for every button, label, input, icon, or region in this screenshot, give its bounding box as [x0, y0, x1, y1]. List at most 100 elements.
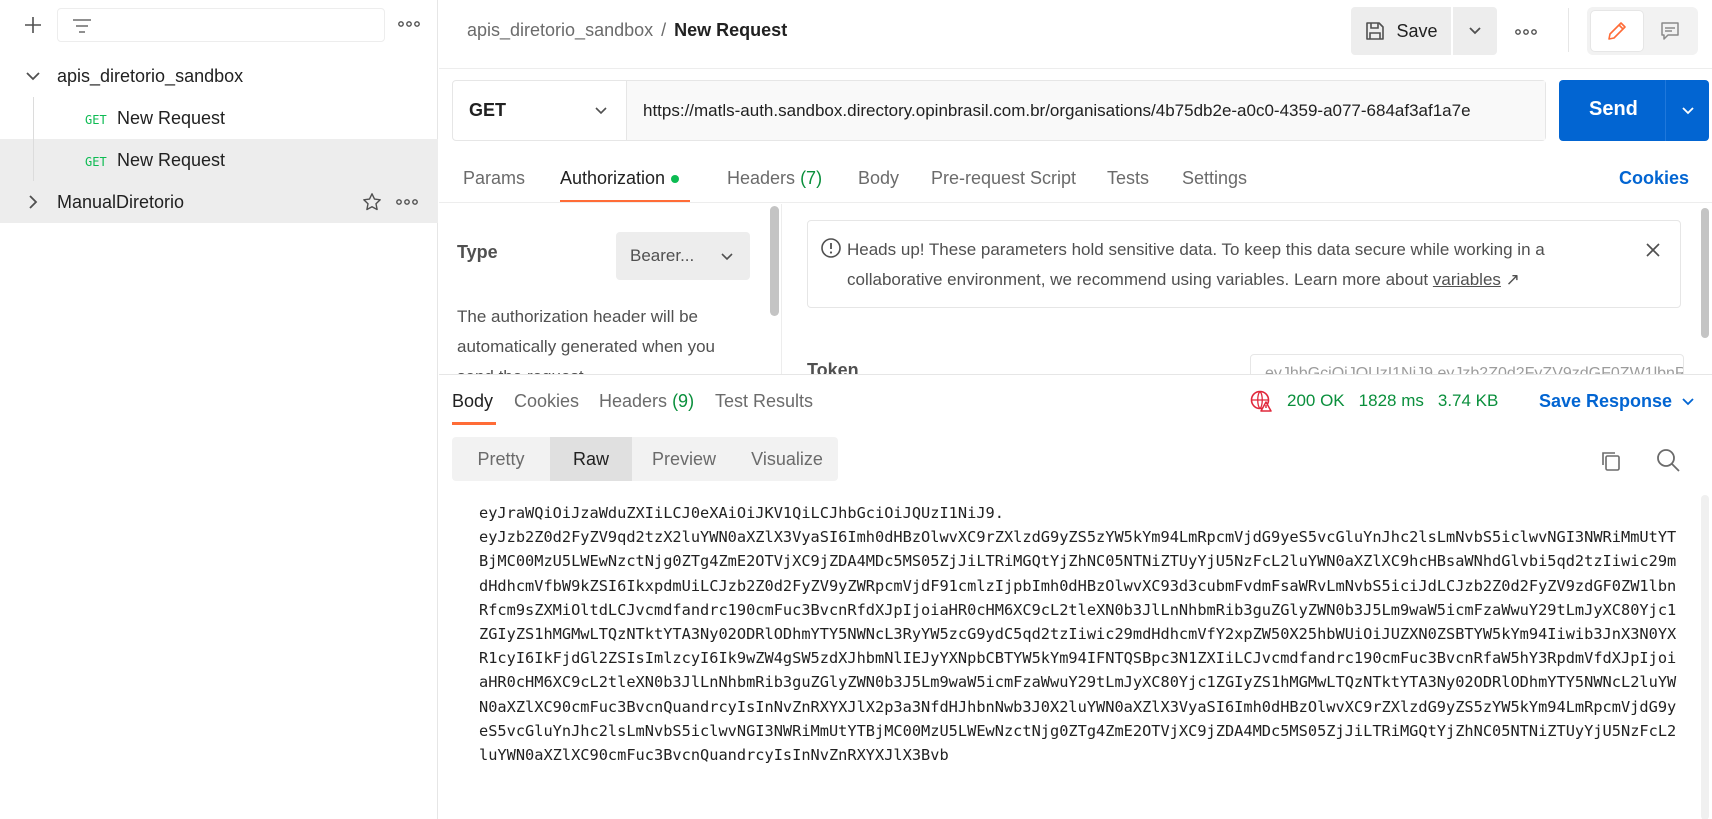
auth-type-panel: Type Bearer... The authorization header …	[439, 204, 769, 374]
sidebar-toolbar	[0, 0, 438, 52]
copy-icon	[1602, 452, 1620, 471]
request-item[interactable]: GET New Request	[0, 97, 438, 139]
edit-mode-button[interactable]	[1591, 11, 1643, 51]
view-pretty[interactable]: Pretty	[452, 437, 550, 481]
method-badge: GET	[85, 113, 107, 127]
collection-name: apis_diretorio_sandbox	[57, 65, 244, 86]
active-tab-underline	[452, 422, 496, 425]
new-collection-button[interactable]	[20, 12, 46, 38]
auth-type-label: Type	[457, 242, 498, 262]
comment-icon	[1661, 22, 1679, 40]
search-button[interactable]	[1655, 447, 1681, 478]
plus-icon	[25, 17, 41, 33]
pencil-icon	[1608, 22, 1626, 40]
view-raw[interactable]: Raw	[550, 437, 632, 481]
tab-settings[interactable]: Settings	[1182, 168, 1247, 189]
response-meta: 200 OK 1828 ms 3.74 KB	[1249, 389, 1498, 413]
body-view-selector: Pretty Raw Preview Visualize	[452, 437, 838, 481]
globe-warning-icon[interactable]	[1249, 389, 1273, 413]
send-button[interactable]: Send	[1559, 80, 1709, 141]
resp-tab-headers-count: (9)	[672, 391, 695, 411]
filter-icon	[73, 19, 91, 33]
copy-button[interactable]	[1599, 449, 1623, 478]
chevron-down-icon	[1469, 27, 1481, 35]
more-horizontal-icon	[1515, 29, 1537, 35]
variables-link[interactable]: variables	[1433, 270, 1501, 289]
sidebar-filter-input[interactable]	[57, 8, 385, 42]
chevron-right-icon	[29, 195, 38, 209]
search-icon	[1657, 449, 1680, 472]
collection-item[interactable]: ManualDiretorio	[0, 181, 438, 223]
request-more-button[interactable]	[1515, 22, 1537, 40]
tabs-divider	[439, 202, 1712, 203]
resp-tab-body[interactable]: Body	[452, 391, 493, 412]
breadcrumb-request[interactable]: New Request	[674, 20, 787, 40]
chevron-down-icon	[1682, 397, 1694, 405]
close-icon[interactable]	[1644, 241, 1662, 259]
status-code[interactable]: 200 OK	[1287, 391, 1345, 411]
resp-tab-headers-label: Headers	[599, 391, 668, 411]
info-icon	[821, 238, 841, 258]
url-input[interactable]: https://matls-auth.sandbox.directory.opi…	[627, 81, 1545, 140]
cookies-link[interactable]: Cookies	[1619, 168, 1689, 189]
tab-body[interactable]: Body	[858, 168, 899, 189]
request-name: New Request	[117, 149, 226, 170]
response-raw-body[interactable]: eyJraWQiOiJzaWduZXIiLCJ0eXAiOiJKV1QiLCJh…	[479, 501, 1682, 819]
response-tabs: Body Cookies Headers (9) Test Results 20…	[439, 375, 1712, 425]
request-tabs: Params Authorization Headers (7) Body Pr…	[439, 160, 1712, 204]
response-time[interactable]: 1828 ms	[1359, 391, 1424, 411]
response-scrollbar[interactable]	[1700, 495, 1710, 819]
save-icon	[1366, 22, 1385, 40]
breadcrumb-collection[interactable]: apis_diretorio_sandbox	[467, 20, 653, 40]
status-dot	[671, 175, 680, 184]
resp-tab-headers[interactable]: Headers (9)	[599, 391, 694, 412]
auth-panel-scrollbar[interactable]	[770, 204, 780, 316]
breadcrumb: apis_diretorio_sandbox / New Request	[467, 20, 787, 41]
header-divider	[439, 68, 1712, 69]
response-size[interactable]: 3.74 KB	[1438, 391, 1499, 411]
send-label: Send	[1589, 98, 1638, 120]
tab-prerequest-script[interactable]: Pre-request Script	[931, 168, 1076, 189]
collection-name: ManualDiretorio	[57, 191, 185, 212]
tab-authorization[interactable]: Authorization	[560, 168, 680, 189]
auth-type-select[interactable]: Bearer...	[616, 232, 750, 280]
save-response-label: Save Response	[1539, 391, 1673, 411]
alert-text: Heads up! These parameters hold sensitiv…	[847, 235, 1637, 295]
comments-mode-button[interactable]	[1645, 11, 1695, 51]
toolbar-divider	[1568, 8, 1569, 52]
tree-indent-line	[33, 139, 34, 181]
breadcrumb-separator: /	[661, 20, 667, 40]
resp-tab-test-results[interactable]: Test Results	[715, 391, 813, 412]
save-button[interactable]: Save	[1351, 7, 1451, 55]
auth-content-scrollbar[interactable]	[1700, 204, 1710, 374]
tab-tests[interactable]: Tests	[1107, 168, 1149, 189]
star-icon[interactable]	[362, 192, 382, 212]
chevron-down-icon	[721, 253, 733, 261]
url-bar: GET https://matls-auth.sandbox.directory…	[452, 80, 1546, 141]
chevron-down-icon[interactable]	[1679, 102, 1697, 120]
request-workspace: apis_diretorio_sandbox / New Request Save	[439, 0, 1712, 819]
more-horizontal-icon[interactable]	[396, 199, 418, 205]
scrollbar-thumb[interactable]	[770, 206, 779, 316]
scrollbar-thumb[interactable]	[1701, 208, 1709, 338]
more-horizontal-icon	[398, 21, 420, 27]
sidebar-more-button[interactable]	[396, 14, 422, 34]
tab-headers[interactable]: Headers (7)	[727, 168, 822, 189]
view-preview[interactable]: Preview	[632, 437, 736, 481]
tab-params[interactable]: Params	[463, 168, 525, 189]
tab-headers-label: Headers	[727, 168, 796, 188]
request-name: New Request	[117, 107, 226, 128]
tab-headers-count: (7)	[800, 168, 823, 188]
send-divider	[1665, 80, 1666, 141]
tree-indent-line	[33, 97, 34, 139]
request-item[interactable]: GET New Request	[0, 139, 438, 181]
mode-toggle	[1587, 7, 1698, 55]
resp-tab-cookies[interactable]: Cookies	[514, 391, 579, 412]
method-select[interactable]: GET	[453, 81, 627, 140]
view-visualize[interactable]: Visualize	[736, 437, 838, 481]
save-response-button[interactable]: Save Response	[1539, 391, 1696, 412]
scrollbar-thumb[interactable]	[1701, 495, 1709, 819]
chevron-down-icon	[595, 107, 607, 115]
collection-item[interactable]: apis_diretorio_sandbox	[0, 55, 438, 97]
save-options-button[interactable]	[1453, 7, 1497, 55]
